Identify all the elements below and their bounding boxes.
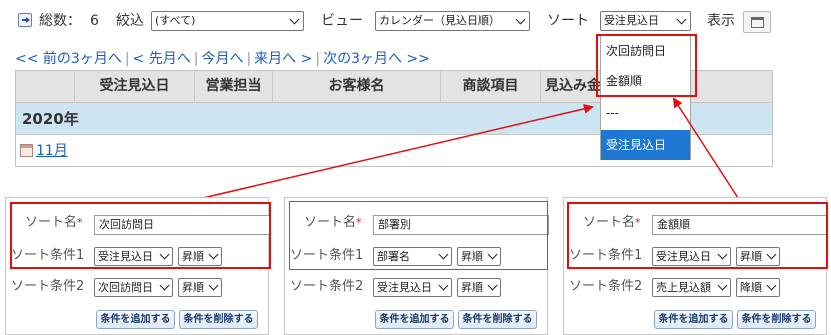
delete-condition-button[interactable]: 条件を削除する (179, 310, 258, 329)
sort-cond2-field-select[interactable]: 受注見込日 (373, 278, 452, 297)
sort-cond2-label: ソート条件2 (569, 279, 643, 294)
sort-cond2-label: ソート条件2 (11, 279, 85, 294)
sort-cond2-order-select[interactable]: 昇順 (457, 278, 501, 297)
delete-condition-button[interactable]: 条件を削除する (458, 310, 537, 329)
sort-cond2-order-select[interactable]: 降順 (736, 278, 780, 297)
add-condition-button[interactable]: 条件を追加する (375, 310, 454, 329)
add-condition-button[interactable]: 条件を追加する (654, 310, 733, 329)
sort-cond2-label: ソート条件2 (290, 279, 364, 294)
sort-cond2-order-select[interactable]: 昇順 (178, 278, 222, 297)
panel-1-highlight-box (10, 202, 271, 269)
add-condition-button[interactable]: 条件を追加する (96, 310, 175, 329)
arrow-to-amount (672, 97, 741, 202)
panel-3-highlight-box (567, 202, 828, 269)
sort-cond2-field-select[interactable]: 売上見込額 (652, 278, 731, 297)
panel-2-highlight-box (289, 201, 548, 270)
chevron-down-icon (487, 280, 498, 291)
chevron-down-icon (766, 280, 777, 291)
chevron-down-icon (159, 280, 170, 291)
sort-cond2-field-select[interactable]: 次回訪問日 (94, 278, 173, 297)
arrow-to-next-visit (189, 103, 594, 202)
delete-condition-button[interactable]: 条件を削除する (737, 310, 816, 329)
chevron-down-icon (208, 280, 219, 291)
chevron-down-icon (717, 280, 728, 291)
chevron-down-icon (438, 280, 449, 291)
